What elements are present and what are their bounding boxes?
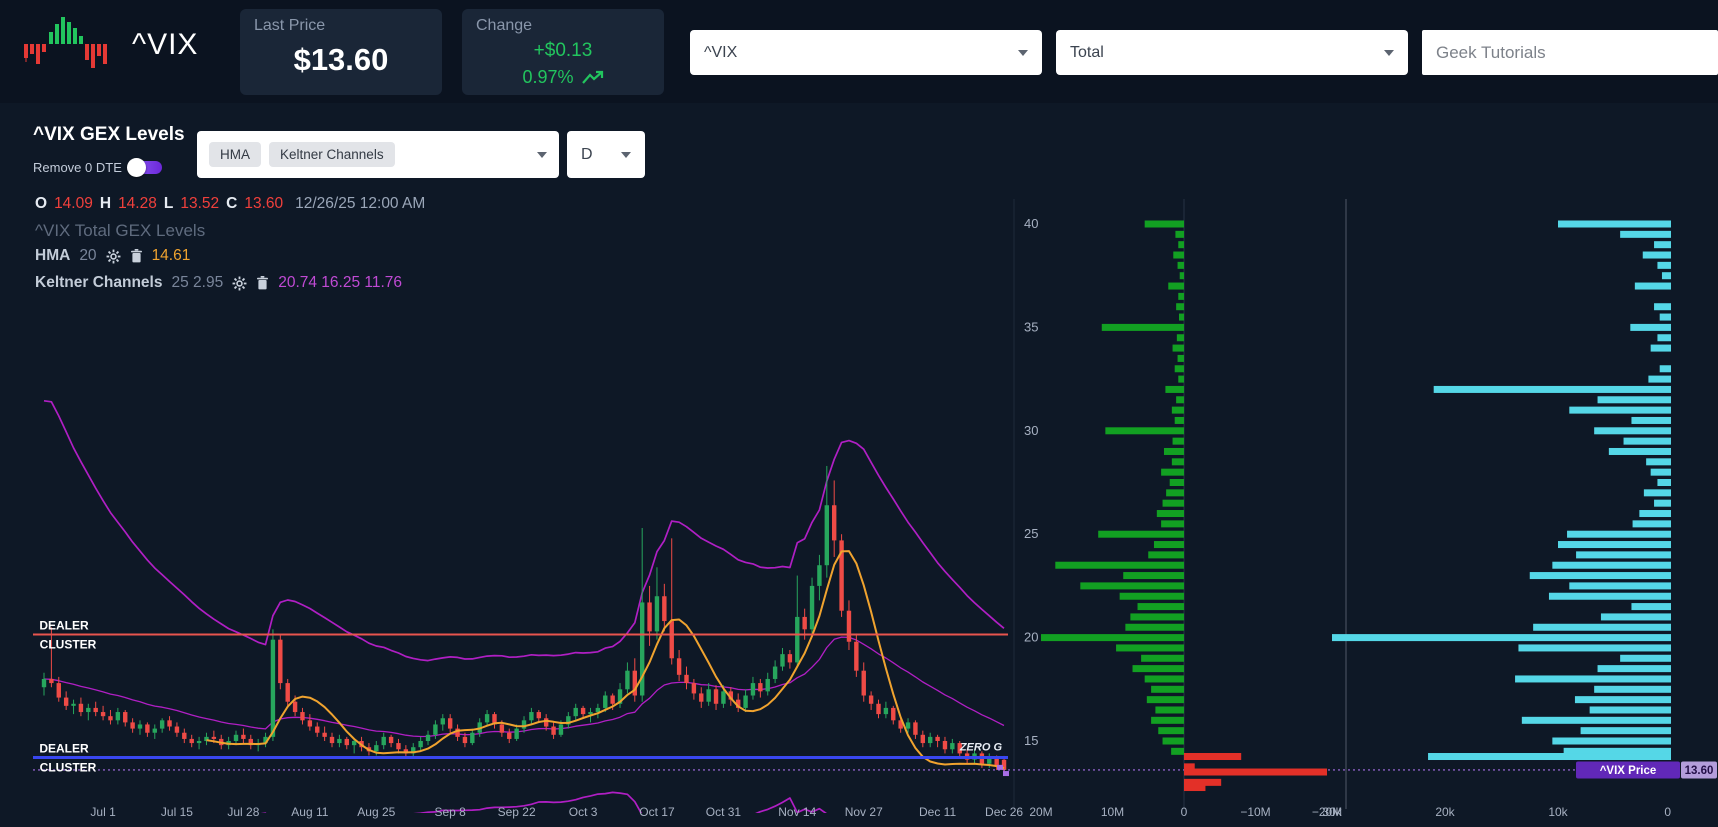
x-axis-date-tick: Oct 31 — [706, 805, 742, 819]
x-axis-date-tick: Sep 8 — [434, 805, 466, 819]
top-header: ^VIX Last Price $13.60 Change +$0.13 0.9… — [0, 0, 1718, 103]
x-axis-date-tick: Jul 28 — [227, 805, 259, 819]
x-axis-date-tick: Oct 3 — [569, 805, 598, 819]
dealer-cluster-label: CLUSTER — [40, 637, 97, 651]
x-axis-date-tick: Nov 14 — [778, 805, 816, 819]
x-axis-date-tick: Dec 26 — [985, 805, 1023, 819]
x-axis-date-tick: Aug 11 — [291, 805, 328, 819]
dealer-cluster-label: CLUSTER — [40, 761, 97, 775]
candlestick-panel — [41, 399, 1007, 813]
dealer-cluster-label: DEALER — [39, 618, 89, 632]
vix-price-chip-value: 13.60 — [1685, 765, 1714, 777]
gex-axis-tick: 10M — [1101, 805, 1124, 819]
zero-gamma-label: ZERO G — [959, 742, 1003, 754]
gex-axis-tick: 0 — [1181, 805, 1188, 819]
oi-axis-tick: 10k — [1548, 805, 1568, 819]
last-price-value: $13.60 — [293, 42, 389, 77]
x-axis-date-tick: Jul 15 — [161, 805, 193, 819]
y-axis-tick: 20 — [1024, 630, 1038, 645]
watermark-text-input[interactable] — [1422, 30, 1718, 75]
chevron-down-icon — [1018, 49, 1028, 56]
gex-axis-tick: 20M — [1029, 805, 1052, 819]
oi-axis-tick: 0 — [1664, 805, 1671, 819]
y-axis-tick: 40 — [1024, 216, 1038, 231]
symbol-select[interactable]: ^VIX — [690, 30, 1042, 75]
chevron-down-icon — [1384, 49, 1394, 56]
gex-type-select[interactable]: Total — [1056, 30, 1408, 75]
change-percent: 0.97% — [522, 67, 574, 87]
gex-axis-tick: −10M — [1240, 805, 1270, 819]
symbol-select-value: ^VIX — [704, 43, 738, 61]
dealer-cluster-label: DEALER — [39, 742, 89, 756]
gex-type-select-value: Total — [1070, 43, 1104, 61]
change-label: Change — [476, 17, 533, 34]
x-axis-date-tick: Oct 17 — [639, 805, 675, 819]
y-axis-tick: 15 — [1024, 733, 1038, 748]
x-axis-date-tick: Nov 27 — [845, 805, 883, 819]
trending-up-icon — [581, 70, 603, 84]
x-axis-date-tick: Sep 22 — [498, 805, 536, 819]
open-interest-histogram — [1332, 220, 1671, 771]
change-amount: +$0.13 — [533, 40, 593, 61]
logo-candles-icon — [24, 17, 107, 68]
y-axis-tick: 30 — [1024, 423, 1038, 438]
logo-symbol: ^VIX — [132, 28, 199, 61]
x-axis-date-tick: Jul 1 — [90, 805, 116, 819]
vix-price-chip-label: ^VIX Price — [1600, 765, 1657, 777]
oi-axis-tick: 20k — [1435, 805, 1455, 819]
x-axis-date-tick: Dec 11 — [919, 805, 956, 819]
gex-levels-chart[interactable]: DEALER CLUSTER DEALER CLUSTER ZERO G 40 35 30 25… — [0, 103, 1718, 827]
oi-axis-tick: 30k — [1322, 805, 1342, 819]
y-axis-tick: 35 — [1024, 319, 1038, 334]
y-axis-tick: 25 — [1024, 526, 1038, 541]
app-logo: ^VIX — [22, 14, 198, 76]
x-axis-date-tick: Aug 25 — [357, 805, 395, 819]
change-card: Change +$0.13 0.97% — [462, 9, 664, 95]
last-price-card: Last Price $13.60 — [240, 9, 442, 95]
last-price-label: Last Price — [254, 17, 326, 34]
